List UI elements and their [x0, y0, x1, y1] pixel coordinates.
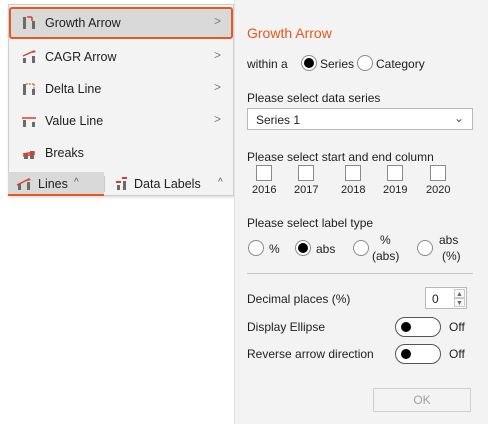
submenu-arrow-icon: > [213, 80, 221, 94]
menu-item-breaks[interactable]: Breaks [9, 137, 233, 169]
growth-arrow-icon [23, 16, 35, 29]
value-line-icon [22, 117, 36, 127]
menu-item-growth-arrow[interactable]: Growth Arrow > [9, 7, 233, 39]
within-label: within a [247, 57, 288, 71]
data-labels-label: Data Labels [134, 177, 201, 191]
cagr-arrow-icon [22, 50, 36, 63]
category-radio[interactable] [357, 55, 373, 71]
menu-item-label: CAGR Arrow [45, 50, 117, 64]
menu-item-value-line[interactable]: Value Line > [9, 105, 233, 137]
lines-icon [16, 178, 31, 190]
label-type-abs-percent-label-top: abs [439, 233, 459, 247]
column-checkbox-2020[interactable] [430, 165, 446, 181]
data-series-value: Series 1 [256, 113, 301, 127]
menu-item-label: Delta Line [45, 82, 102, 96]
lines-ribbon-button[interactable]: Lines ^ [8, 172, 104, 196]
label-type-percent-abs-label-bottom: (abs) [372, 249, 400, 263]
reverse-arrow-state: Off [449, 347, 465, 361]
columns-label: Please select start and end column [247, 150, 434, 164]
label-type-abs-percent-label-bottom: (%) [442, 249, 461, 263]
chevron-down-icon: ⌄ [453, 111, 464, 125]
decimal-places-label: Decimal places (%) [247, 292, 351, 306]
lines-label: Lines [38, 177, 68, 191]
menu-item-delta-line[interactable]: Delta Line > [9, 73, 233, 105]
label-type-abs-percent-radio[interactable] [417, 240, 433, 256]
column-label: 2020 [426, 184, 451, 196]
ribbon-separator [104, 176, 105, 192]
column-checkbox-2016[interactable] [256, 165, 272, 181]
display-ellipse-state: Off [449, 320, 465, 334]
label-type-percent-abs-radio[interactable] [353, 240, 369, 256]
series-radio[interactable] [301, 55, 317, 71]
menu-item-label: Value Line [45, 114, 104, 128]
menu-item-label: Growth Arrow [45, 16, 121, 30]
category-radio-label: Category [376, 57, 425, 71]
label-type-percent-label: % [269, 242, 280, 256]
panel-title: Growth Arrow [247, 25, 332, 41]
submenu-arrow-icon: > [213, 112, 221, 126]
label-type-abs-label: abs [316, 242, 336, 256]
label-type-abs-radio[interactable] [295, 240, 311, 256]
caret-up-icon: ^ [218, 177, 223, 188]
submenu-arrow-icon: > [213, 14, 221, 28]
data-labels-icon [116, 177, 127, 190]
growth-arrow-panel: Growth Arrow within a Series Category Pl… [234, 0, 488, 424]
data-series-select[interactable]: Series 1 ⌄ [247, 108, 473, 130]
lines-dropdown-menu: Growth Arrow > CAGR Arrow > Delta Line >… [8, 4, 234, 196]
column-label: 2016 [252, 184, 277, 196]
stepper-up-icon[interactable]: ▲ [454, 289, 465, 298]
label-type-percent-radio[interactable] [248, 240, 264, 256]
reverse-arrow-toggle[interactable] [395, 344, 441, 364]
column-checkbox-2017[interactable] [298, 165, 314, 181]
series-select-label: Please select data series [247, 91, 381, 105]
data-labels-ribbon-button[interactable]: Data Labels ^ [106, 172, 234, 196]
stepper-down-icon[interactable]: ▼ [454, 298, 465, 307]
decimal-places-stepper[interactable]: 0 ▲ ▼ [425, 287, 467, 309]
display-ellipse-toggle[interactable] [395, 317, 441, 337]
ribbon-group: Lines ^ Data Labels ^ [8, 172, 234, 198]
label-type-label: Please select label type [247, 216, 374, 230]
reverse-arrow-label: Reverse arrow direction [247, 347, 374, 361]
column-checkbox-2019[interactable] [387, 165, 403, 181]
label-type-percent-abs-label-top: % [380, 233, 391, 247]
delta-line-icon [23, 83, 35, 95]
display-ellipse-label: Display Ellipse [247, 320, 326, 334]
submenu-arrow-icon: > [213, 48, 221, 62]
column-label: 2017 [294, 184, 319, 196]
column-label: 2019 [383, 184, 408, 196]
ok-button[interactable]: OK [373, 388, 471, 412]
column-checkbox-2018[interactable] [345, 165, 361, 181]
caret-up-icon: ^ [74, 177, 79, 188]
column-label: 2018 [341, 184, 366, 196]
breaks-icon [22, 151, 36, 159]
series-radio-label: Series [320, 57, 355, 71]
decimal-places-value: 0 [432, 292, 439, 306]
divider [247, 273, 473, 274]
menu-item-label: Breaks [45, 146, 84, 160]
menu-item-cagr-arrow[interactable]: CAGR Arrow > [9, 41, 233, 73]
